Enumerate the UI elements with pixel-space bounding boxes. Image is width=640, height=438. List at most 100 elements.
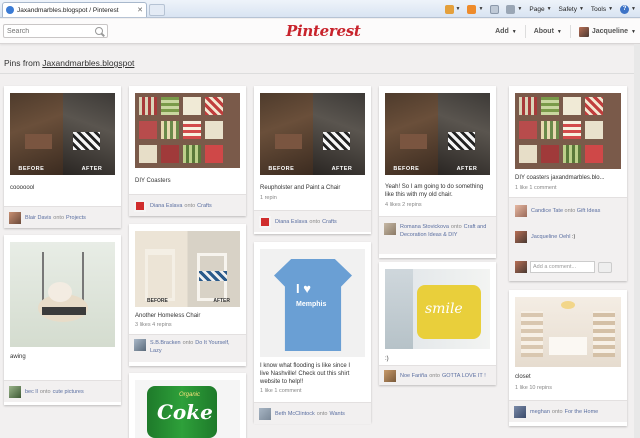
page-title: Pins from Jaxandmarbles.blogspot xyxy=(4,58,134,68)
pin-description: Another Homeless Chair xyxy=(135,313,201,319)
pinner-name[interactable]: Beth McClintock xyxy=(275,411,315,417)
avatar[interactable] xyxy=(9,211,21,224)
pin-card[interactable]: DIY Coasters Diana Eslava onto Crafts xyxy=(129,86,246,216)
pin-stats: 3 likes 4 repins xyxy=(135,322,172,328)
pinner-name[interactable]: Diana Eslava xyxy=(150,203,182,209)
pin-image[interactable]: I ♥ Memphis xyxy=(260,249,365,357)
search-input[interactable] xyxy=(4,27,94,35)
new-tab-button[interactable] xyxy=(149,4,165,16)
pin-image[interactable] xyxy=(515,93,621,169)
onto-text: onto xyxy=(184,202,196,209)
pin-attribution: meghan onto For the Home xyxy=(509,400,627,422)
close-tab-icon[interactable]: ✕ xyxy=(137,6,143,14)
page-scrollbar[interactable] xyxy=(634,44,640,438)
before-label: BEFORE xyxy=(147,298,168,304)
avatar[interactable] xyxy=(515,205,527,217)
print-button[interactable]: ▼ xyxy=(504,4,524,14)
pin-card[interactable]: I ♥ Memphis I know what flooding is like… xyxy=(254,242,371,424)
board-link[interactable]: Jaxandmarbles.blogspot xyxy=(42,58,134,68)
avatar[interactable] xyxy=(259,215,271,228)
board-name[interactable]: cute pictures xyxy=(53,389,84,395)
onto-text: onto xyxy=(429,372,440,379)
user-avatar xyxy=(578,26,589,37)
pin-stats: 1 repin xyxy=(260,195,277,201)
pin-image[interactable]: BEFORE AFTER xyxy=(260,93,365,175)
before-label: BEFORE xyxy=(18,166,45,172)
pin-image[interactable]: BEFORE AFTER xyxy=(385,93,490,175)
pin-card[interactable]: closet 1 like 10 repins meghan onto For th… xyxy=(509,290,627,426)
safety-menu[interactable]: Safety ▼ xyxy=(557,6,586,13)
avatar[interactable] xyxy=(384,223,396,235)
pinner-name[interactable]: meghan xyxy=(530,409,550,415)
before-label: BEFORE xyxy=(268,166,295,172)
shirt-heart-text: I ♥ xyxy=(296,281,311,296)
pin-image[interactable] xyxy=(10,242,115,347)
pin-image[interactable]: Coke Organic xyxy=(135,380,240,438)
pin-card[interactable]: Coke Organic xyxy=(129,373,246,438)
comment-input[interactable]: Add a comment... xyxy=(530,261,595,273)
board-name[interactable]: Crafts xyxy=(197,203,212,209)
page-menu[interactable]: Page ▼ xyxy=(527,6,553,13)
pinner-name[interactable]: bec ll xyxy=(25,389,38,395)
board-name[interactable]: Projects xyxy=(66,215,86,221)
comment-author[interactable]: Jacqueline Oehl xyxy=(531,234,570,240)
page-title-prefix: Pins from xyxy=(4,58,43,68)
about-menu-label: About xyxy=(533,28,554,35)
pin-card[interactable]: BEFORE AFTER Another Homeless Chair 3 li… xyxy=(129,224,246,366)
browser-tab[interactable]: Jaxandmarbles.blogspot / Pinterest ✕ xyxy=(2,2,147,17)
add-menu[interactable]: Add ▼ xyxy=(495,28,517,35)
board-name[interactable]: Wants xyxy=(329,411,344,417)
onto-text: onto xyxy=(450,224,462,230)
pin-stats: 1 like 10 repins xyxy=(515,385,552,391)
help-button[interactable]: ? ▼ xyxy=(618,4,638,14)
avatar[interactable] xyxy=(134,199,146,212)
feeds-button[interactable]: ▼ xyxy=(465,4,485,14)
about-menu[interactable]: About ▼ xyxy=(534,28,562,35)
pinner-name[interactable]: Blair Davis xyxy=(25,215,51,221)
pin-description: Yeah! So I am going to do something like… xyxy=(385,184,484,198)
avatar[interactable] xyxy=(259,407,271,420)
comment-row: Jacqueline Oehl :) xyxy=(515,231,575,243)
pinner-name[interactable]: Noe Fariña xyxy=(400,373,427,379)
pin-image[interactable] xyxy=(515,297,621,367)
pin-attribution: S.B.Bracken onto Do It Yourself, Lazy xyxy=(129,334,246,362)
pin-card[interactable]: smile :) Noe Fariña onto GOTTA LOVE IT ! xyxy=(379,262,496,385)
pin-card[interactable]: BEFORE AFTER Yeah! So I am going to do s… xyxy=(379,86,496,258)
avatar[interactable] xyxy=(134,339,146,351)
pin-card[interactable]: awing bec ll onto cute pictures xyxy=(4,235,121,405)
pinner-name[interactable]: S.B.Bracken xyxy=(150,340,181,346)
mail-icon xyxy=(490,4,500,14)
avatar[interactable] xyxy=(384,369,396,382)
pin-attribution: Diana Eslava onto Crafts xyxy=(254,210,371,232)
tools-menu[interactable]: Tools ▼ xyxy=(589,6,615,13)
pin-image[interactable]: BEFORE AFTER xyxy=(10,93,115,175)
pin-stats: 1 like 1 comment xyxy=(515,185,557,191)
comment-button[interactable] xyxy=(598,261,612,273)
board-name[interactable]: Gift Ideas xyxy=(577,208,601,214)
avatar[interactable] xyxy=(515,231,527,243)
pin-description: I know what flooding is like since I liv… xyxy=(260,363,351,385)
board-name[interactable]: Crafts xyxy=(322,219,337,225)
pin-card[interactable]: BEFORE AFTER Reupholster and Paint a Cha… xyxy=(254,86,371,234)
pinner-name[interactable]: Diana Eslava xyxy=(275,219,307,225)
board-name[interactable]: For the Home xyxy=(565,409,599,415)
pin-card[interactable]: BEFORE AFTER cooooool Blair Davis onto Pro… xyxy=(4,86,121,228)
pinner-name[interactable]: Romana Stovickova xyxy=(400,224,449,230)
search-icon[interactable] xyxy=(95,27,103,35)
pinterest-logo[interactable]: Pinterest xyxy=(286,22,361,40)
board-name[interactable]: GOTTA LOVE IT ! xyxy=(442,373,486,379)
user-menu[interactable]: Jacqueline ▼ xyxy=(578,26,636,37)
help-icon: ? xyxy=(620,4,630,14)
pin-image[interactable] xyxy=(135,93,240,168)
home-button[interactable]: ▼ xyxy=(443,4,463,14)
pin-image[interactable]: BEFORE AFTER xyxy=(135,231,240,307)
avatar[interactable] xyxy=(514,405,526,418)
avatar[interactable] xyxy=(9,385,21,398)
pin-image[interactable]: smile xyxy=(385,269,490,349)
onto-text: onto xyxy=(182,340,194,346)
shirt-city-text: Memphis xyxy=(296,301,327,308)
pinner-name[interactable]: Candice Tate xyxy=(531,208,563,214)
pin-card[interactable]: DIY coasters jaxandmarbles.blo... 1 like… xyxy=(509,86,627,281)
read-mail-button[interactable] xyxy=(488,4,501,14)
after-label: AFTER xyxy=(213,298,230,304)
